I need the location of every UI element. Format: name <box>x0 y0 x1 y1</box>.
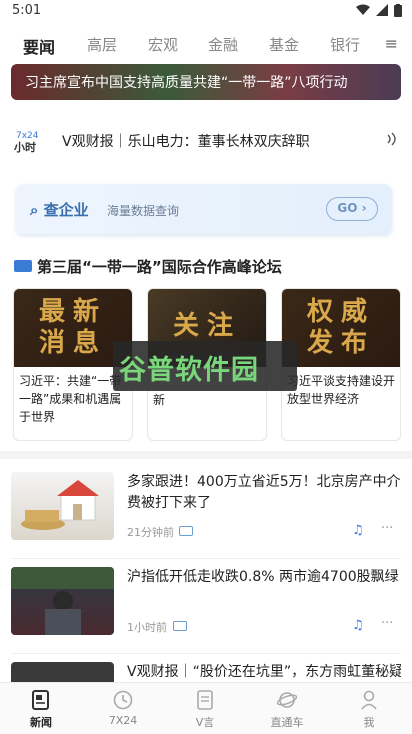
news-thumbnail <box>11 472 114 540</box>
nav-vyan-label: V言 <box>195 716 215 729</box>
banner-title: 习主席宣布中国支持高质量共建“一带一路”八项行动 <box>25 75 348 91</box>
status-bar: 5:01 <box>0 0 412 24</box>
stock-trader-image <box>11 567 114 635</box>
news-title: V观财报｜“股价还在坑里”，东方雨虹董秘疑 <box>127 664 401 680</box>
search-icon: ⌕ <box>30 201 39 219</box>
bottom-nav: 新闻 7X24 V言 直通车 我 <box>0 682 412 734</box>
video-badge-icon <box>173 621 187 631</box>
news-ticker[interactable]: 7x24 小时 V观财报｜乐山电力：董事长林双庆辞职 <box>0 118 412 164</box>
section-divider <box>0 451 412 459</box>
nav-zhitongche-label: 直通车 <box>270 716 304 729</box>
nav-vyan[interactable]: V言 <box>175 689 235 730</box>
watermark-text: 谷普软件园 <box>119 355 259 386</box>
company-search-logo-text: 查企业 <box>43 201 89 219</box>
document-icon <box>197 690 213 710</box>
ticker-text: V观财报｜乐山电力：董事长林双庆辞职 <box>62 134 310 150</box>
list-item[interactable]: V观财报｜“股价还在坑里”，东方雨虹董秘疑 <box>11 662 401 682</box>
svg-text:小时: 小时 <box>14 140 36 154</box>
list-item[interactable]: 多家跟进！400万立省近5万！北京房产中介费被打下来了 21分钟前 ♫ ··· <box>11 472 401 559</box>
list-separator <box>11 558 401 559</box>
topic-card-text-value: 新 <box>153 393 166 407</box>
planet-icon <box>276 692 298 708</box>
tab-yinhang[interactable]: 银行 <box>330 34 360 55</box>
go-label: GO <box>337 201 358 215</box>
go-button[interactable]: GO › <box>326 197 378 221</box>
news-thumbnail <box>11 567 114 635</box>
clock-icon <box>113 690 133 710</box>
battery-icon <box>394 4 402 17</box>
nav-news-label: 新闻 <box>30 716 52 729</box>
signal-icon <box>376 4 388 16</box>
topic-card-image-text: 关注 <box>172 311 241 341</box>
news-time: 21分钟前 <box>127 526 174 539</box>
news-thumbnail <box>11 662 114 682</box>
list-item[interactable]: 沪指低开低走收跌0.8% 两市逾4700股飘绿 1小时前 ♫ ··· <box>11 567 401 654</box>
category-tabs: 要闻 高层 宏观 金融 基金 银行 ≡ <box>0 28 412 62</box>
status-icons <box>356 4 402 17</box>
topic-card-image-text: 权威 发布 <box>306 297 375 358</box>
special-topic-title: 第三届“一带一路”国际合作高峰论坛 <box>37 258 282 276</box>
topic-card-image: 权威 发布 <box>282 289 400 367</box>
topic-card-text: 习近平谈支持建设开放型世界经济 <box>287 374 396 406</box>
topic-card[interactable]: 权威 发布 习近平谈支持建设开放型世界经济 <box>281 288 401 441</box>
nav-7x24[interactable]: 7X24 <box>93 689 153 727</box>
more-icon[interactable]: ··· <box>381 521 393 536</box>
listen-icon[interactable]: ♫ <box>352 523 364 538</box>
seven-by-24-logo-icon: 7x24 小时 <box>14 131 38 154</box>
nav-me[interactable]: 我 <box>339 689 399 730</box>
news-title: 多家跟进！400万立省近5万！北京房产中介费被打下来了 <box>127 474 401 511</box>
tab-jinrong[interactable]: 金融 <box>208 34 238 55</box>
special-topic-icon <box>14 260 32 272</box>
more-icon[interactable]: ··· <box>381 616 393 631</box>
house-coins-image <box>21 480 99 530</box>
sound-icon[interactable] <box>386 132 398 146</box>
list-separator <box>11 653 401 654</box>
news-title: 沪指低开低走收跌0.8% 两市逾4700股飘绿 <box>127 569 399 585</box>
status-time: 5:01 <box>12 3 42 18</box>
listen-icon[interactable]: ♫ <box>352 618 364 633</box>
watermark: 谷普软件园 <box>113 341 297 391</box>
nav-news[interactable]: 新闻 <box>11 689 71 730</box>
tab-jijin[interactable]: 基金 <box>269 34 299 55</box>
company-search-logo: ⌕ 查企业 <box>30 199 89 220</box>
tab-gaoceng[interactable]: 高层 <box>87 34 117 55</box>
video-badge-icon <box>179 526 193 536</box>
news-time: 1小时前 <box>127 621 167 634</box>
headline-banner[interactable]: 习主席宣布中国支持高质量共建“一带一路”八项行动 <box>11 64 401 100</box>
menu-icon[interactable]: ≡ <box>385 34 398 53</box>
nav-me-label: 我 <box>363 716 375 729</box>
nav-7x24-label: 7X24 <box>108 714 138 727</box>
company-search-subtitle: 海量数据查询 <box>107 204 180 218</box>
company-search-banner[interactable]: ⌕ 查企业 海量数据查询 GO › <box>16 184 392 234</box>
wifi-icon <box>356 4 370 15</box>
nav-zhitongche[interactable]: 直通车 <box>257 689 317 730</box>
svg-text:7x24: 7x24 <box>16 131 38 141</box>
tab-yaowen[interactable]: 要闻 <box>23 34 55 58</box>
news-icon <box>32 690 49 710</box>
tab-hongguan[interactable]: 宏观 <box>148 34 178 55</box>
user-icon <box>361 690 377 710</box>
